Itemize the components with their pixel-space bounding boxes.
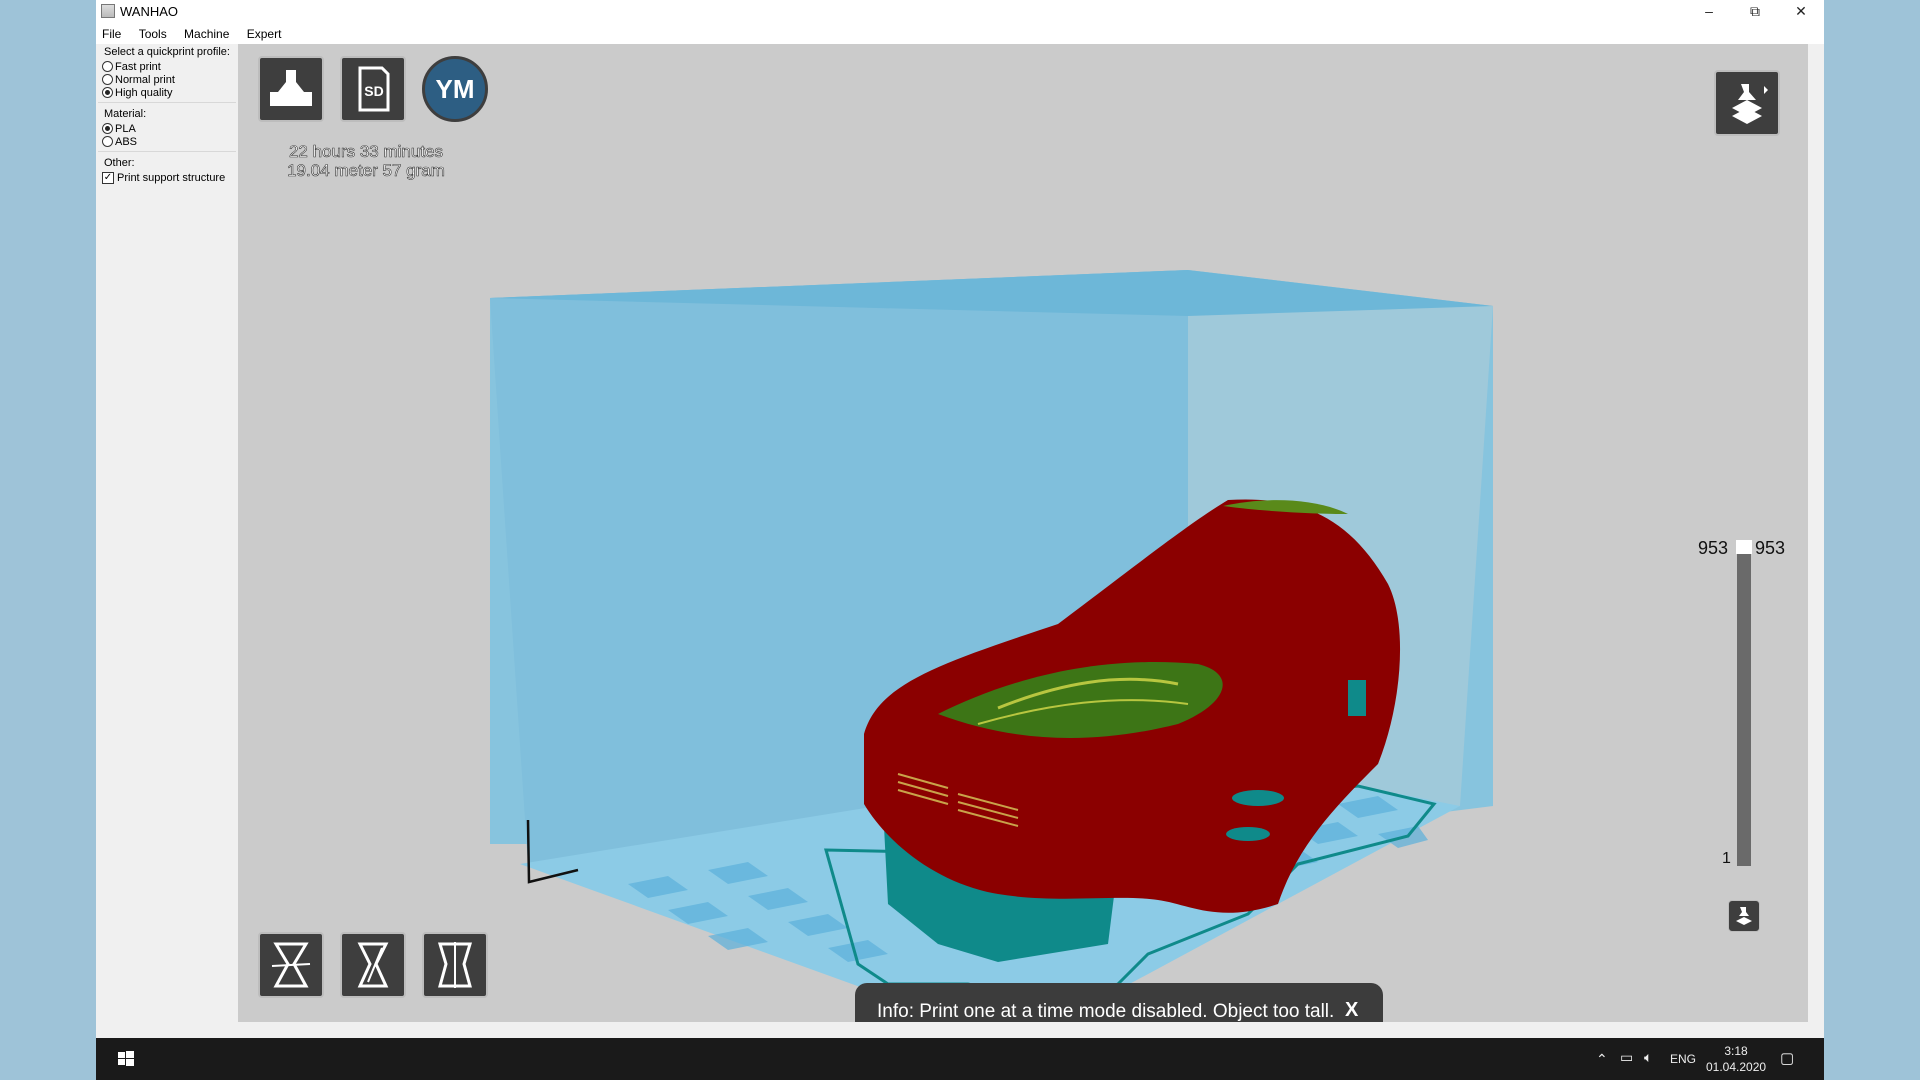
app-window: WANHAO – ⧉ ✕ File Tools Machine Expert S… [96,0,1824,1038]
layer-top-right: 953 [1755,538,1786,558]
close-button[interactable]: ✕ [1778,0,1824,24]
mirror-icon [437,942,473,988]
other-header: Other: [104,157,135,169]
support-label: Print support structure [117,171,226,184]
layer-slider[interactable] [1737,548,1751,866]
rotate-button[interactable] [258,932,324,998]
settings-sidebar: Select a quickprint profile: Fast print … [96,44,238,1038]
minimize-button[interactable]: – [1686,0,1732,24]
print-material: 19.04 meter 57 gram [287,161,445,181]
profile-high-label: High quality [115,86,173,99]
youmagine-button[interactable]: YM [422,56,488,122]
app-icon [101,4,115,18]
radio-normal-print[interactable] [102,74,113,85]
layer-bottom: 1 [1722,850,1731,867]
info-toast-close[interactable]: X [1345,999,1358,1022]
support-option[interactable]: ✓ Print support structure [96,171,238,184]
sd-card-icon: SD [358,66,390,112]
clock[interactable]: 3:18 01.04.2020 [1706,1043,1766,1075]
layer-slider-handle[interactable] [1736,540,1752,554]
divider [98,102,236,103]
restore-button[interactable]: ⧉ [1732,0,1778,24]
notifications-icon[interactable]: ▢ [1780,1049,1794,1067]
radio-pla[interactable] [102,123,113,134]
build-scene [490,270,1493,1022]
divider [98,151,236,152]
3d-viewport[interactable]: SD YM 22 hours 33 minutes 19.04 meter 57… [238,44,1808,1022]
view-mode-button[interactable] [1714,70,1780,136]
youmagine-icon: YM [422,56,488,122]
layer-view-toggle[interactable] [1728,900,1760,932]
clock-time: 3:18 [1724,1044,1748,1058]
network-icon[interactable]: ▭ [1620,1049,1633,1066]
volume-icon[interactable]: 🔈︎ [1644,1049,1652,1066]
menu-tools[interactable]: Tools [133,24,175,41]
language-indicator[interactable]: ENG [1670,1052,1696,1066]
layer-view-small-icon [1736,907,1752,925]
radio-high-quality[interactable] [102,87,113,98]
print-estimate: 22 hours 33 minutes 19.04 meter 57 gram [268,142,464,181]
material-pla-label: PLA [115,122,136,135]
load-model-icon [270,70,312,106]
title-bar: WANHAO – ⧉ ✕ [96,0,1824,24]
material-header: Material: [104,108,147,120]
mirror-button[interactable] [422,932,488,998]
scale-icon [357,942,389,988]
sd-save-button[interactable]: SD [340,56,406,122]
window-title: WANHAO [120,4,179,19]
rotate-icon [271,942,311,988]
info-toast: Info: Print one at a time mode disabled.… [855,983,1383,1022]
material-abs[interactable]: ABS [96,135,238,148]
menu-expert[interactable]: Expert [241,24,290,41]
radio-fast-print[interactable] [102,61,113,72]
profile-fast-print[interactable]: Fast print [96,60,238,73]
material-abs-label: ABS [115,135,138,148]
profile-high-quality[interactable]: High quality [96,86,238,99]
material-pla[interactable]: PLA [96,122,238,135]
load-model-button[interactable] [258,56,324,122]
menu-bar: File Tools Machine Expert [96,24,1824,44]
info-toast-text: Info: Print one at a time mode disabled.… [877,1001,1335,1022]
print-time: 22 hours 33 minutes [288,142,444,162]
menu-file[interactable]: File [96,24,129,41]
profile-fast-label: Fast print [115,60,161,73]
sd-label: SD [364,83,383,99]
scale-button[interactable] [340,932,406,998]
profile-header: Select a quickprint profile: [104,46,230,58]
menu-machine[interactable]: Machine [178,24,237,41]
layer-view-icon [1732,84,1768,124]
taskbar: ⌃ ▭ 🔈︎ ENG 3:18 01.04.2020 ▢ [96,1038,1824,1080]
radio-abs[interactable] [102,136,113,147]
profile-normal-label: Normal print [115,73,175,86]
support-checkbox[interactable]: ✓ [102,171,114,184]
profile-normal-print[interactable]: Normal print [96,73,238,86]
windows-start-icon[interactable] [106,1038,146,1080]
layer-top-left: 953 [1698,538,1729,558]
clock-date: 01.04.2020 [1706,1060,1767,1074]
chevron-up-icon[interactable]: ⌃ [1596,1051,1608,1068]
